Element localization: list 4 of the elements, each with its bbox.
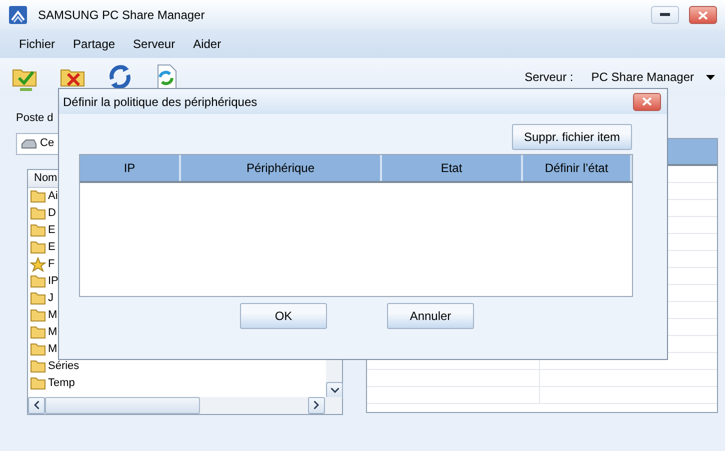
dialog-title: Définir la politique des périphériques — [63, 94, 258, 110]
panel-label: Poste d — [16, 111, 54, 126]
server-label: Serveur : — [524, 69, 574, 86]
window-title: SAMSUNG PC Share Manager — [38, 7, 206, 24]
